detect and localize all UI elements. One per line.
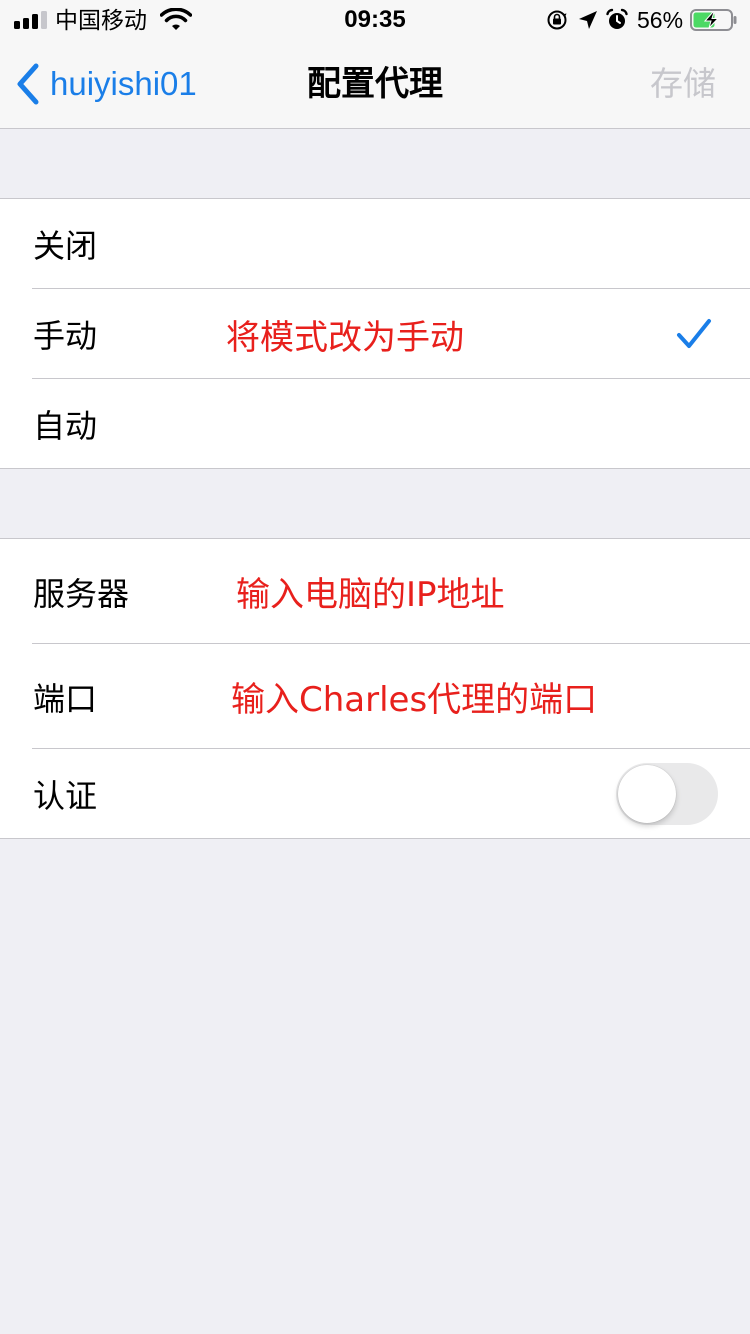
screen: 中国移动 09:35 56% huiyishi01 配置代理 存储 关闭 手动 … [0,0,750,1334]
status-bar: 中国移动 09:35 56% [0,0,750,40]
battery-percent: 56% [637,7,684,33]
checkmark-icon [677,319,711,348]
server-row[interactable]: 服务器 输入电脑的IP地址 [0,539,750,644]
mode-option-auto[interactable]: 自动 [0,379,750,468]
proxy-settings-group: 服务器 输入电脑的IP地址 端口 输入Charles代理的端口 认证 [0,538,750,839]
navigation-bar: huiyishi01 配置代理 存储 [0,40,750,129]
server-label: 服务器 [33,574,130,613]
annotation-port: 输入Charles代理的端口 [231,680,598,720]
annotation-manual-mode: 将模式改为手动 [226,317,464,358]
mode-option-label: 手动 [33,317,98,355]
annotation-server: 输入电脑的IP地址 [236,575,505,615]
location-icon [579,11,597,29]
alarm-icon [606,8,628,29]
auth-label: 认证 [33,776,98,815]
auth-row: 认证 [0,749,750,838]
orientation-lock-icon [547,10,567,30]
toggle-knob [618,764,676,823]
proxy-mode-group: 关闭 手动 将模式改为手动 自动 [0,198,750,469]
mode-option-off[interactable]: 关闭 [0,199,750,289]
battery-charging-icon [690,9,737,31]
port-label: 端口 [33,679,98,718]
mode-option-label: 关闭 [33,227,98,265]
page-title: 配置代理 [307,64,443,104]
mode-option-label: 自动 [33,406,98,445]
mode-option-manual[interactable]: 手动 将模式改为手动 [0,289,750,379]
auth-toggle[interactable] [616,762,718,825]
port-row[interactable]: 端口 输入Charles代理的端口 [0,644,750,749]
save-button[interactable]: 存储 [650,62,716,106]
